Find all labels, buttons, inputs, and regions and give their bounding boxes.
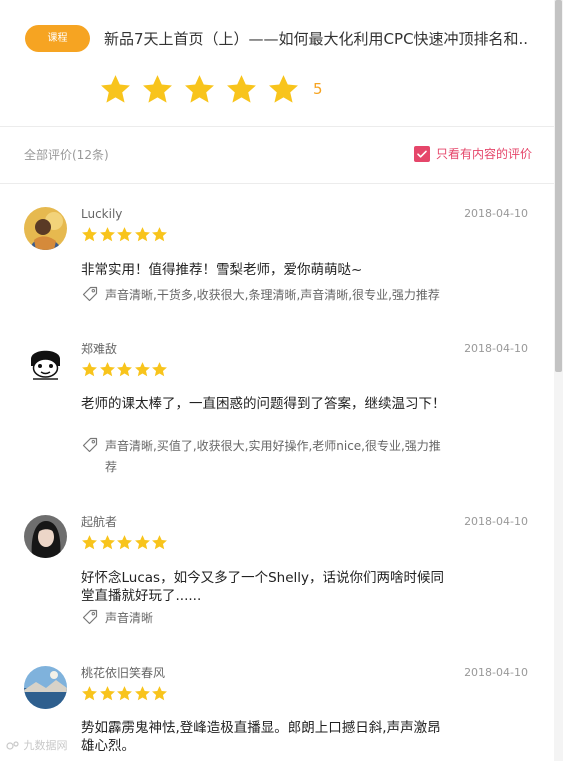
content-only-filter[interactable]: 只看有内容的评价 xyxy=(413,146,532,162)
tag-list: 声音清晰,干货多,收获很大,条理清晰,声音清晰,很专业,强力推荐 xyxy=(105,288,440,302)
avatar[interactable] xyxy=(24,342,67,385)
review-item: 起航者 2018-04-10 好怀念Lucas，如今又多了一个Shelly，话说… xyxy=(0,515,554,640)
rating-score: 5 xyxy=(313,80,323,98)
username: Luckily xyxy=(81,207,123,221)
star-icon xyxy=(267,72,309,106)
tag-icon xyxy=(82,286,98,302)
username: 桃花依旧笑春风 xyxy=(81,666,166,680)
scrollbar-track[interactable] xyxy=(554,0,563,761)
star-icon xyxy=(183,72,225,106)
review-text: 老师的课太棒了，一直困惑的问题得到了答案，继续温习下！ xyxy=(81,396,446,412)
course-badge: 课程 xyxy=(25,25,90,52)
review-filter-bar: 全部评价(12条) 只看有内容的评价 xyxy=(0,127,554,184)
review-date: 2018-04-10 xyxy=(464,666,528,679)
review-date: 2018-04-10 xyxy=(464,342,528,355)
star-icon xyxy=(116,361,134,378)
review-item: 郑难敌 2018-04-10 老师的课太棒了，一直困惑的问题得到了答案，继续温习… xyxy=(0,342,554,492)
star-icon xyxy=(116,226,134,243)
review-tags: 声音清晰,干货多,收获很大,条理清晰,声音清晰,很专业,强力推荐 xyxy=(81,285,445,306)
course-header: 课程 新品7天上首页（上）——如何最大化利用CPC快速冲顶排名和... 5 xyxy=(0,0,554,127)
star-icon xyxy=(99,534,117,551)
username: 郑难敌 xyxy=(81,342,118,356)
review-text: 势如霹雳鬼神怯,登峰造极直播显。郎朗上口撼日斜,声声激昂雄心烈。 xyxy=(81,720,441,754)
content-only-label[interactable]: 只看有内容的评价 xyxy=(436,146,532,162)
star-icon xyxy=(99,685,117,702)
star-icon xyxy=(134,226,152,243)
star-icon xyxy=(116,534,134,551)
avatar[interactable] xyxy=(24,207,67,250)
watermark: 九数据网 xyxy=(6,739,68,753)
scrollbar-thumb[interactable] xyxy=(555,0,562,372)
avatar[interactable] xyxy=(24,515,67,558)
tag-list: 声音清晰 xyxy=(105,611,154,625)
review-stars xyxy=(81,534,169,551)
review-date: 2018-04-10 xyxy=(464,207,528,220)
course-title[interactable]: 新品7天上首页（上）——如何最大化利用CPC快速冲顶排名和... xyxy=(104,28,529,50)
tag-icon xyxy=(82,437,98,453)
star-icon xyxy=(116,685,134,702)
star-icon xyxy=(151,685,169,702)
star-icon xyxy=(134,685,152,702)
content-only-checkbox[interactable] xyxy=(413,146,430,162)
overall-rating-stars xyxy=(99,72,309,106)
review-tags: 声音清晰 xyxy=(81,608,445,629)
username: 起航者 xyxy=(81,515,118,529)
review-item: Luckily 2018-04-10 非常实用！值得推荐！雪梨老师，爱你萌萌哒~… xyxy=(0,207,554,312)
star-icon xyxy=(225,72,267,106)
watermark-text: 九数据网 xyxy=(23,739,68,752)
star-icon xyxy=(81,534,99,551)
star-icon xyxy=(151,226,169,243)
review-stars xyxy=(81,685,169,702)
tag-list: 声音清晰,买值了,收获很大,实用好操作,老师nice,很专业,强力推荐 xyxy=(105,439,441,474)
star-icon xyxy=(134,534,152,551)
tag-icon xyxy=(82,609,98,625)
star-icon xyxy=(81,361,99,378)
review-stars xyxy=(81,226,169,243)
star-icon xyxy=(99,226,117,243)
review-stars xyxy=(81,361,169,378)
star-icon xyxy=(81,226,99,243)
avatar[interactable] xyxy=(24,666,67,709)
watermark-logo-icon xyxy=(6,741,19,750)
star-icon xyxy=(151,534,169,551)
review-count[interactable]: 全部评价(12条) xyxy=(24,147,109,163)
star-icon xyxy=(134,361,152,378)
star-icon xyxy=(99,361,117,378)
star-icon xyxy=(151,361,169,378)
review-item: 桃花依旧笑春风 2018-04-10 势如霹雳鬼神怯,登峰造极直播显。郎朗上口撼… xyxy=(0,666,554,761)
star-icon xyxy=(141,72,183,106)
review-text: 好怀念Lucas，如今又多了一个Shelly，话说你们两啥时候同堂直播就好玩了.… xyxy=(81,570,444,604)
review-text: 非常实用！值得推荐！雪梨老师，爱你萌萌哒~ xyxy=(81,262,363,278)
star-icon xyxy=(99,72,141,106)
check-icon xyxy=(417,150,427,158)
star-icon xyxy=(81,685,99,702)
review-date: 2018-04-10 xyxy=(464,515,528,528)
review-tags: 声音清晰,买值了,收获很大,实用好操作,老师nice,很专业,强力推荐 xyxy=(81,436,450,478)
